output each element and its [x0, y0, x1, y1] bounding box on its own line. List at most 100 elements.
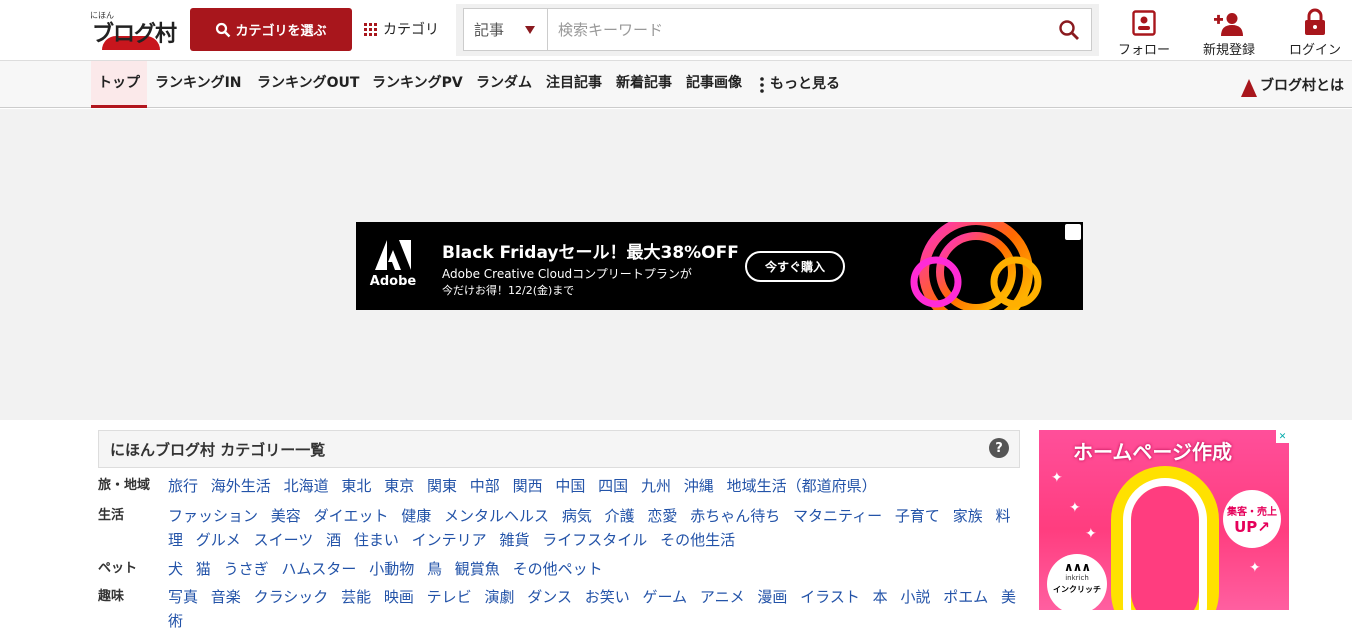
category-link-item[interactable]: 酒	[326, 531, 341, 549]
sparkle-icon: ✦	[1069, 500, 1081, 516]
category-link-item[interactable]: ゲーム	[643, 588, 688, 606]
category-link-item[interactable]: クラシック	[254, 588, 329, 606]
category-link-item[interactable]: 地域生活（都道府県）	[727, 477, 877, 495]
category-link-item[interactable]: 犬	[168, 560, 183, 578]
category-link-item[interactable]: イラスト	[800, 588, 860, 606]
category-link-item[interactable]: 四国	[598, 477, 628, 495]
adobe-banner-ad[interactable]: Adobe Black Fridayセール！最大38%OFF Adobe Cre…	[356, 222, 1083, 310]
category-link-item[interactable]: 小動物	[369, 560, 414, 578]
search-type-select[interactable]: 記事	[464, 9, 548, 50]
nav-item-more[interactable]: もっと見る	[760, 61, 840, 108]
nav-item-top[interactable]: トップ	[91, 61, 147, 108]
category-link-item[interactable]: 子育て	[895, 507, 940, 525]
category-link-item[interactable]: 海外生活	[211, 477, 271, 495]
search-input[interactable]	[548, 9, 1047, 50]
choose-category-button[interactable]: カテゴリを選ぶ	[190, 8, 352, 51]
about-link[interactable]: ブログ村とは	[1241, 61, 1344, 108]
ad-close-icon[interactable]: ✕	[1276, 430, 1289, 443]
category-link-item[interactable]: 演劇	[484, 588, 514, 606]
nav-item-ranking-in[interactable]: ランキングIN	[155, 61, 242, 108]
category-link-item[interactable]: 恋愛	[647, 507, 677, 525]
category-link-item[interactable]: グルメ	[196, 531, 241, 549]
category-link-item[interactable]: 病気	[562, 507, 592, 525]
category-link-item[interactable]: マタニティー	[793, 507, 882, 525]
category-link-item[interactable]: 鳥	[427, 560, 442, 578]
category-link-item[interactable]: 赤ちゃん待ち	[690, 507, 780, 525]
inkrich-en: inkrich	[1065, 574, 1089, 582]
category-link-item[interactable]: 沖縄	[684, 477, 714, 495]
login-button[interactable]: ログイン	[1289, 8, 1341, 58]
nav-item-more-label: もっと見る	[770, 76, 840, 92]
follow-button[interactable]: フォロー	[1118, 8, 1170, 58]
category-link-item[interactable]: 関西	[513, 477, 543, 495]
search-bar: 記事	[456, 4, 1099, 56]
ad-choices-icon[interactable]	[1065, 224, 1081, 240]
category-link-item[interactable]: 写真	[168, 588, 198, 606]
creative-cloud-art	[910, 222, 1042, 310]
category-link-item[interactable]: 美容	[271, 507, 301, 525]
category-link-item[interactable]: 東京	[384, 477, 414, 495]
category-link-item[interactable]: 北海道	[284, 477, 329, 495]
category-link-item[interactable]: 九州	[641, 477, 671, 495]
category-link-item[interactable]: 旅行	[168, 477, 198, 495]
category-link-item[interactable]: スイーツ	[254, 531, 314, 549]
category-link-item[interactable]: その他ペット	[513, 560, 603, 578]
category-link-item[interactable]: 雑貨	[499, 531, 529, 549]
nav-item-images[interactable]: 記事画像	[686, 61, 742, 108]
category-link-item[interactable]: インテリア	[412, 531, 487, 549]
nav-item-featured[interactable]: 注目記事	[546, 61, 602, 108]
about-label: ブログ村とは	[1260, 77, 1344, 94]
category-link-item[interactable]: 小説	[900, 588, 930, 606]
category-link-item[interactable]: 東北	[341, 477, 371, 495]
category-link-item[interactable]: 関東	[427, 477, 457, 495]
sparkle-icon: ✦	[1051, 470, 1063, 486]
category-link[interactable]: カテゴリ	[364, 19, 439, 39]
lock-icon	[1305, 8, 1325, 35]
category-link-item[interactable]: テレビ	[427, 588, 472, 606]
homepage-creation-ad[interactable]: ✦ ✦ ✦ ✦ ホームページ作成 集客・売上 UP↗ ∧∧∧ inkrich イ…	[1039, 430, 1289, 610]
category-links: 写真 音楽 クラシック 芸能 映画 テレビ 演劇 ダンス お笑い ゲーム アニメ…	[168, 585, 1020, 633]
category-link-item[interactable]: ポエム	[943, 588, 988, 606]
category-link-item[interactable]: 本	[873, 588, 888, 606]
category-link-item[interactable]: 健康	[401, 507, 431, 525]
nav-item-ranking-pv[interactable]: ランキングPV	[372, 61, 463, 108]
adobe-logo: Adobe	[370, 240, 416, 289]
nav-item-random[interactable]: ランダム	[476, 61, 532, 108]
nav-item-ranking-out[interactable]: ランキングOUT	[257, 61, 359, 108]
category-link-item[interactable]: 中部	[470, 477, 500, 495]
category-link-item[interactable]: うさぎ	[224, 560, 269, 578]
category-link-item[interactable]: 芸能	[341, 588, 371, 606]
category-row-pet: ペット 犬 猫 うさぎ ハムスター 小動物 鳥 観賞魚 その他ペット	[98, 557, 1020, 581]
banner-buy-button[interactable]: 今すぐ購入	[745, 251, 845, 282]
category-link-item[interactable]: 観賞魚	[455, 560, 500, 578]
category-link-item[interactable]: お笑い	[585, 588, 630, 606]
search-submit-button[interactable]	[1047, 9, 1091, 50]
login-label: ログイン	[1289, 43, 1342, 58]
more-vertical-icon	[760, 76, 764, 93]
nav-item-new[interactable]: 新着記事	[616, 61, 672, 108]
banner-title: Black Fridayセール！最大38%OFF	[442, 243, 739, 263]
category-link-item[interactable]: メンタルヘルス	[444, 507, 549, 525]
category-link-item[interactable]: ライフスタイル	[542, 531, 647, 549]
site-logo[interactable]: にほん ブログ村	[88, 10, 182, 50]
category-link-item[interactable]: 猫	[196, 560, 211, 578]
category-link-item[interactable]: アニメ	[700, 588, 745, 606]
badge-line-2: UP↗	[1234, 517, 1270, 536]
category-row-label: 趣味	[98, 589, 125, 604]
category-link-item[interactable]: 漫画	[757, 588, 787, 606]
category-link-item[interactable]: 音楽	[211, 588, 241, 606]
help-icon[interactable]: ?	[989, 438, 1009, 458]
category-link-item[interactable]: 中国	[555, 477, 585, 495]
category-link-item[interactable]: 家族	[953, 507, 983, 525]
category-link-item[interactable]: 介護	[605, 507, 635, 525]
category-link-item[interactable]: ハムスター	[281, 560, 356, 578]
category-link-item[interactable]: ダイエット	[314, 507, 389, 525]
category-link-item[interactable]: ダンス	[527, 588, 572, 606]
category-links: 犬 猫 うさぎ ハムスター 小動物 鳥 観賞魚 その他ペット	[168, 557, 1020, 581]
category-link-item[interactable]: 映画	[384, 588, 414, 606]
category-link-item[interactable]: ファッション	[168, 507, 258, 525]
category-row-hobby: 趣味 写真 音楽 クラシック 芸能 映画 テレビ 演劇 ダンス お笑い ゲーム …	[98, 585, 1020, 633]
signup-button[interactable]: 新規登録	[1203, 8, 1255, 58]
category-link-item[interactable]: 住まい	[354, 531, 399, 549]
category-link-item[interactable]: その他生活	[660, 531, 735, 549]
